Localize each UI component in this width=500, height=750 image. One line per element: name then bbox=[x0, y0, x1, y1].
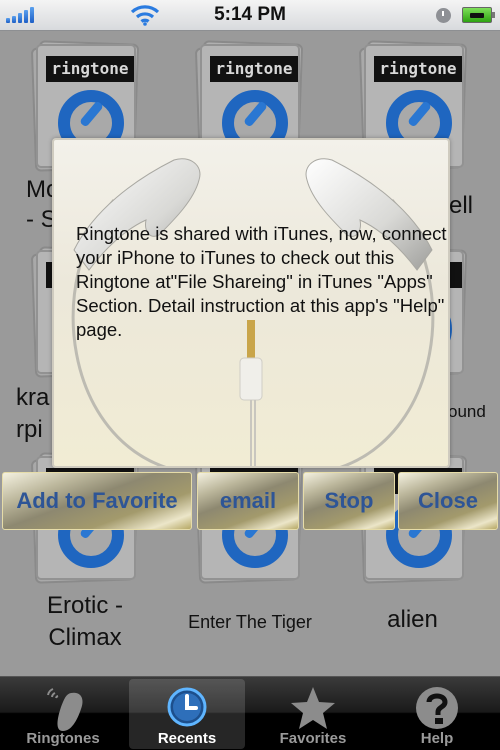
tab-ringtones[interactable]: Ringtones bbox=[5, 679, 121, 749]
battery-charging-icon bbox=[462, 7, 495, 23]
status-bar: 5:14 PM bbox=[0, 0, 500, 31]
stop-button[interactable]: Stop bbox=[303, 472, 395, 530]
tab-favorites[interactable]: Favorites bbox=[255, 679, 371, 749]
ringtone-name: alien bbox=[387, 606, 438, 633]
email-button[interactable]: email bbox=[197, 472, 299, 530]
help-icon bbox=[416, 687, 458, 729]
add-to-favorite-button[interactable]: Add to Favorite bbox=[2, 472, 192, 530]
tab-label: Ringtones bbox=[26, 730, 100, 747]
tab-recents[interactable]: Recents bbox=[129, 679, 245, 749]
ringtone-phone-icon bbox=[47, 688, 83, 731]
popup-message: Ringtone is shared with iTunes, now, con… bbox=[76, 223, 447, 340]
ringtone-name: ell bbox=[449, 192, 474, 219]
tab-help[interactable]: Help bbox=[379, 679, 495, 749]
shared-message-popup: Ringtone is shared with iTunes, now, con… bbox=[52, 138, 450, 468]
tab-label: Recents bbox=[157, 730, 217, 747]
star-icon bbox=[291, 687, 335, 729]
ringtone-name: ound bbox=[448, 402, 486, 421]
tab-bar: Ringtones Recents Favorites Help bbox=[0, 676, 500, 750]
screen: 5:14 PM ringtone ringtone ringtone Mo - … bbox=[0, 0, 500, 750]
clock-icon bbox=[167, 687, 207, 727]
alarm-clock-icon bbox=[436, 8, 451, 23]
ringtone-name: Erotic - Climax bbox=[46, 592, 123, 651]
tab-label: Favorites bbox=[279, 730, 347, 747]
tab-label: Help bbox=[420, 730, 454, 747]
ringtone-name: kra rpi bbox=[16, 384, 50, 443]
status-time: 5:14 PM bbox=[214, 4, 286, 25]
close-button[interactable]: Close bbox=[398, 472, 498, 530]
ringtone-name: Enter The Tiger bbox=[188, 612, 312, 632]
